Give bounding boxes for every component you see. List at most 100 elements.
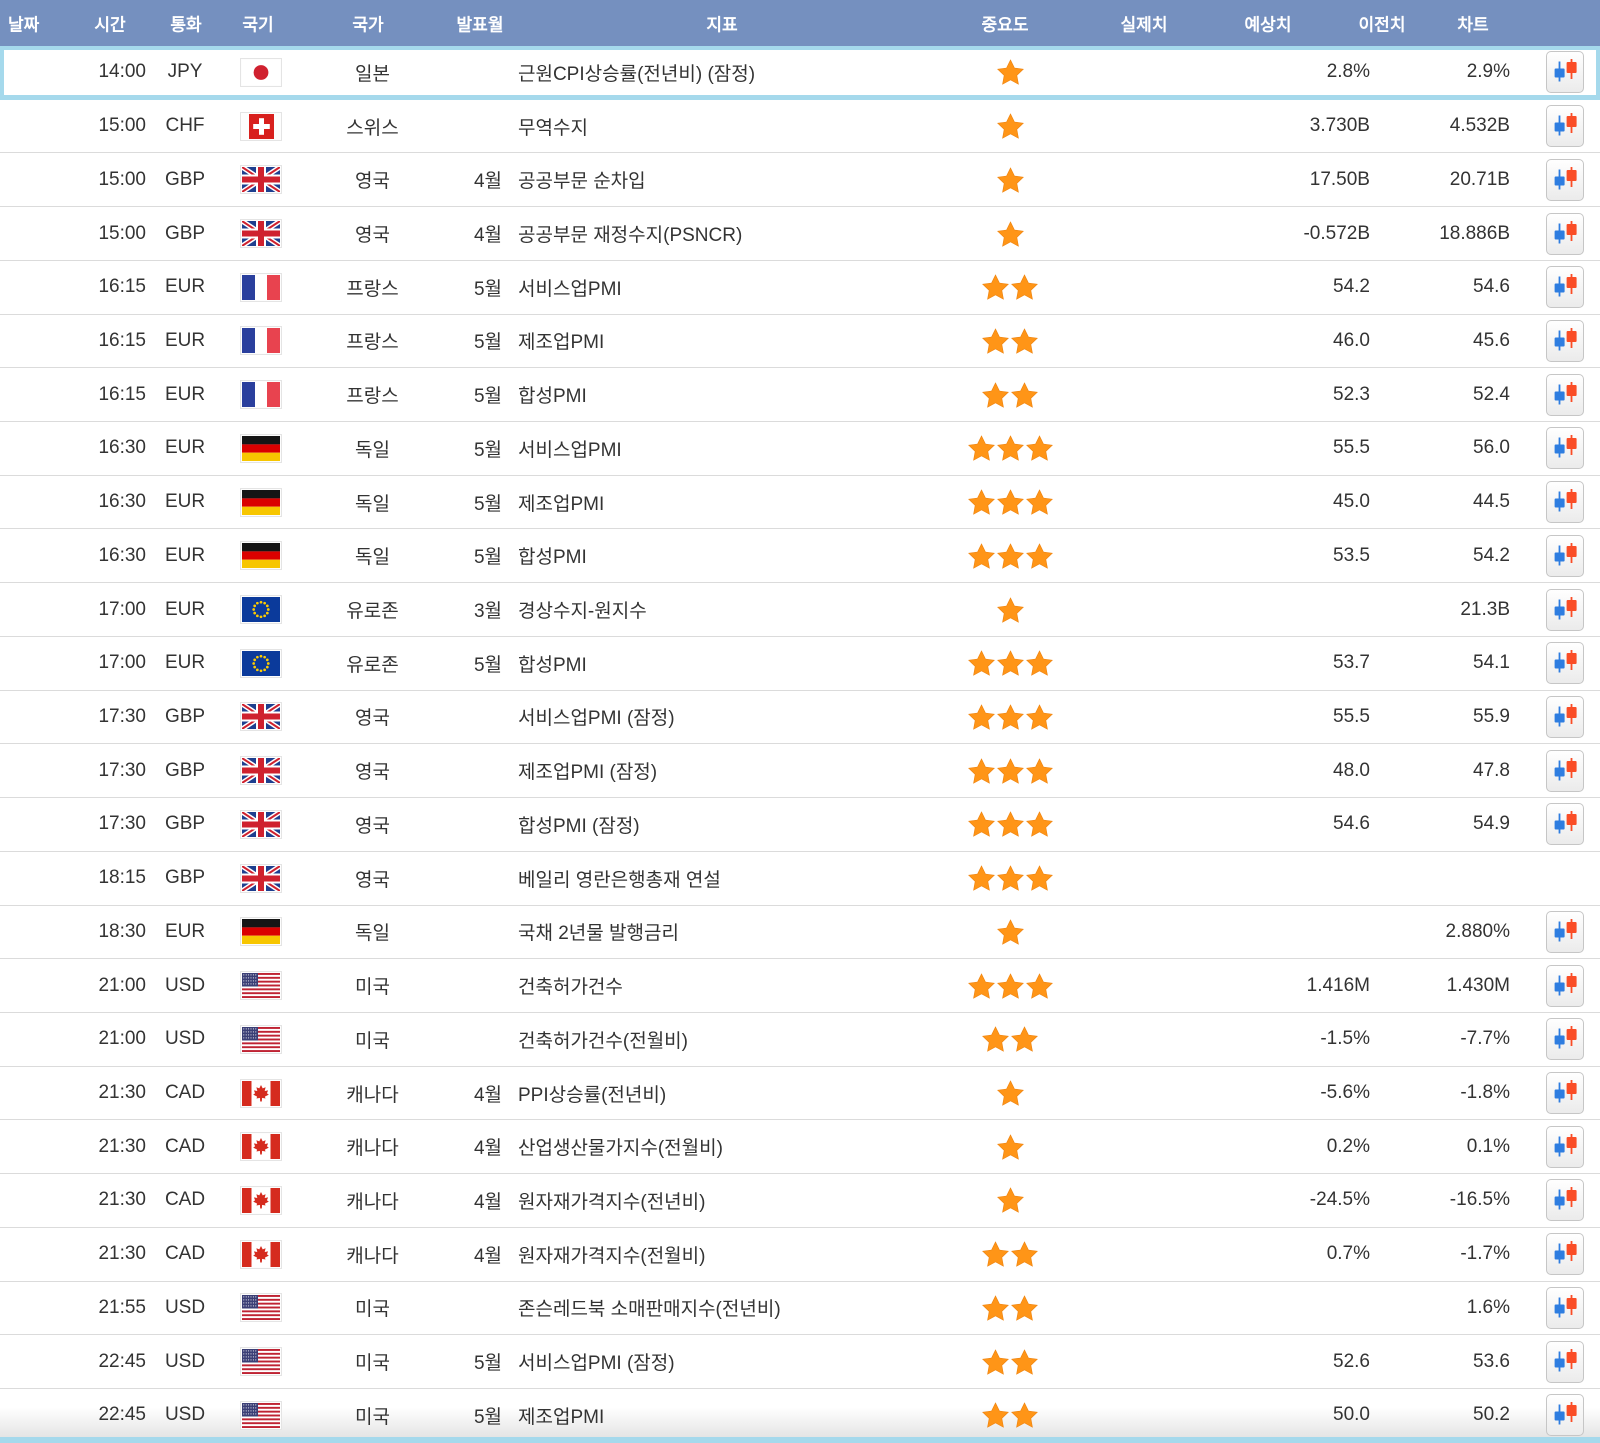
indicator-link[interactable]: 건축허가건수(전월비) [510, 1013, 950, 1066]
star-icon [997, 167, 1024, 193]
chart-button[interactable] [1546, 1394, 1584, 1436]
chart-button[interactable] [1546, 51, 1584, 93]
indicator-link[interactable]: 공공부문 순차입 [510, 153, 950, 206]
chart-button[interactable] [1546, 589, 1584, 631]
event-row[interactable]: 18:15 GBP 영국 베일리 영란은행총재 연설 [0, 852, 1600, 906]
event-row[interactable]: 21:30 CAD 캐나다 4월 PPI상승률(전년비) -5.6% -1.8% [0, 1067, 1600, 1121]
chart-button[interactable] [1546, 213, 1584, 255]
event-row[interactable]: 21:55 USD 미국 존슨레드북 소매판매지수(전년비) 1.6% [0, 1282, 1600, 1336]
cell-chart [1515, 959, 1600, 1012]
chart-button[interactable] [1546, 427, 1584, 469]
chart-button[interactable] [1546, 1341, 1584, 1383]
event-row[interactable]: 16:15 EUR 프랑스 5월 합성PMI 52.3 52.4 [0, 368, 1600, 422]
indicator-link[interactable]: 합성PMI [510, 368, 950, 421]
chart-button[interactable] [1546, 266, 1584, 308]
chart-button[interactable] [1546, 1018, 1584, 1060]
importance-stars [950, 529, 1070, 582]
chart-button[interactable] [1546, 803, 1584, 845]
star-icon [1011, 328, 1038, 354]
event-row[interactable]: 16:30 EUR 독일 5월 합성PMI 53.5 54.2 [0, 529, 1600, 583]
chart-button[interactable] [1546, 696, 1584, 738]
indicator-link[interactable]: 베일리 영란은행총재 연설 [510, 852, 950, 905]
cell-date [0, 529, 70, 582]
cell-release-month [445, 100, 510, 153]
event-row[interactable]: 22:45 USD 미국 5월 제조업PMI 50.0 50.2 [0, 1389, 1600, 1443]
chart-button[interactable] [1546, 105, 1584, 147]
cell-previous: 18.886B [1375, 207, 1515, 260]
chart-button[interactable] [1546, 481, 1584, 523]
cell-country: 독일 [300, 422, 445, 475]
event-row[interactable]: 15:00 GBP 영국 4월 공공부문 순차입 17.50B 20.71B [0, 153, 1600, 207]
indicator-link[interactable]: 서비스업PMI [510, 261, 950, 314]
indicator-link[interactable]: 서비스업PMI [510, 422, 950, 475]
flag-canada-icon [240, 1186, 282, 1215]
chart-button[interactable] [1546, 374, 1584, 416]
cell-date [0, 798, 70, 851]
star-icon [982, 1295, 1009, 1321]
chart-button[interactable] [1546, 642, 1584, 684]
chart-button[interactable] [1546, 535, 1584, 577]
chart-button[interactable] [1546, 1287, 1584, 1329]
indicator-link[interactable]: 서비스업PMI (잠정) [510, 691, 950, 744]
chart-button[interactable] [1546, 750, 1584, 792]
indicator-link[interactable]: 제조업PMI (잠정) [510, 744, 950, 797]
event-row[interactable]: 15:00 CHF 스위스 무역수지 3.730B 4.532B [0, 100, 1600, 154]
candlestick-icon [1552, 1134, 1578, 1160]
event-row[interactable]: 21:30 CAD 캐나다 4월 원자재가격지수(전년비) -24.5% -16… [0, 1174, 1600, 1228]
chart-button[interactable] [1546, 1233, 1584, 1275]
chart-button[interactable] [1546, 159, 1584, 201]
event-row[interactable]: 16:30 EUR 독일 5월 제조업PMI 45.0 44.5 [0, 476, 1600, 530]
event-row[interactable]: 22:45 USD 미국 5월 서비스업PMI (잠정) 52.6 53.6 [0, 1335, 1600, 1389]
indicator-link[interactable]: 합성PMI [510, 637, 950, 690]
chart-button[interactable] [1546, 1179, 1584, 1221]
indicator-link[interactable]: 원자재가격지수(전월비) [510, 1228, 950, 1281]
event-row[interactable]: 16:15 EUR 프랑스 5월 제조업PMI 46.0 45.6 [0, 315, 1600, 369]
event-row[interactable]: 17:00 EUR 유로존 5월 합성PMI 53.7 54.1 [0, 637, 1600, 691]
cell-time: 16:15 [70, 368, 148, 421]
event-row[interactable]: 14:00 JPY 일본 근원CPI상승률(전년비) (잠정) 2.8% 2.9… [0, 46, 1600, 100]
indicator-link[interactable]: 건축허가건수 [510, 959, 950, 1012]
cell-previous: 56.0 [1375, 422, 1515, 475]
indicator-link[interactable]: 공공부문 재정수지(PSNCR) [510, 207, 950, 260]
event-row[interactable]: 16:30 EUR 독일 5월 서비스업PMI 55.5 56.0 [0, 422, 1600, 476]
chart-button[interactable] [1546, 911, 1584, 953]
indicator-link[interactable]: 국채 2년물 발행금리 [510, 906, 950, 959]
event-row[interactable]: 21:30 CAD 캐나다 4월 산업생산물가지수(전월비) 0.2% 0.1% [0, 1120, 1600, 1174]
cell-currency: EUR [148, 906, 222, 959]
cell-time: 21:55 [70, 1282, 148, 1335]
indicator-link[interactable]: 합성PMI [510, 529, 950, 582]
cell-time: 21:30 [70, 1067, 148, 1120]
indicator-link[interactable]: 합성PMI (잠정) [510, 798, 950, 851]
chart-button[interactable] [1546, 1126, 1584, 1168]
event-row[interactable]: 15:00 GBP 영국 4월 공공부문 재정수지(PSNCR) -0.572B… [0, 207, 1600, 261]
cell-previous: 55.9 [1375, 691, 1515, 744]
event-row[interactable]: 21:30 CAD 캐나다 4월 원자재가격지수(전월비) 0.7% -1.7% [0, 1228, 1600, 1282]
chart-button[interactable] [1546, 1072, 1584, 1114]
indicator-link[interactable]: 원자재가격지수(전년비) [510, 1174, 950, 1227]
indicator-link[interactable]: 제조업PMI [510, 1389, 950, 1442]
column-header-actual: 실제치 [1121, 11, 1168, 36]
indicator-link[interactable]: 제조업PMI [510, 476, 950, 529]
indicator-link[interactable]: 제조업PMI [510, 315, 950, 368]
event-row[interactable]: 16:15 EUR 프랑스 5월 서비스업PMI 54.2 54.6 [0, 261, 1600, 315]
indicator-link[interactable]: 산업생산물가지수(전월비) [510, 1120, 950, 1173]
indicator-link[interactable]: 근원CPI상승률(전년비) (잠정) [510, 46, 950, 99]
indicator-link[interactable]: 서비스업PMI (잠정) [510, 1335, 950, 1388]
cell-previous [1375, 852, 1515, 905]
event-row[interactable]: 17:30 GBP 영국 제조업PMI (잠정) 48.0 47.8 [0, 744, 1600, 798]
indicator-link[interactable]: PPI상승률(전년비) [510, 1067, 950, 1120]
event-row[interactable]: 21:00 USD 미국 건축허가건수 1.416M 1.430M [0, 959, 1600, 1013]
cell-time: 16:30 [70, 529, 148, 582]
cell-actual [1070, 46, 1190, 99]
cell-forecast: 3.730B [1190, 100, 1375, 153]
event-row[interactable]: 17:30 GBP 영국 합성PMI (잠정) 54.6 54.9 [0, 798, 1600, 852]
event-row[interactable]: 18:30 EUR 독일 국채 2년물 발행금리 2.880% [0, 906, 1600, 960]
indicator-link[interactable]: 경상수지-원지수 [510, 583, 950, 636]
indicator-link[interactable]: 무역수지 [510, 100, 950, 153]
chart-button[interactable] [1546, 965, 1584, 1007]
event-row[interactable]: 17:30 GBP 영국 서비스업PMI (잠정) 55.5 55.9 [0, 691, 1600, 745]
event-row[interactable]: 21:00 USD 미국 건축허가건수(전월비) -1.5% -7.7% [0, 1013, 1600, 1067]
chart-button[interactable] [1546, 320, 1584, 362]
event-row[interactable]: 17:00 EUR 유로존 3월 경상수지-원지수 21.3B [0, 583, 1600, 637]
indicator-link[interactable]: 존슨레드북 소매판매지수(전년비) [510, 1282, 950, 1335]
